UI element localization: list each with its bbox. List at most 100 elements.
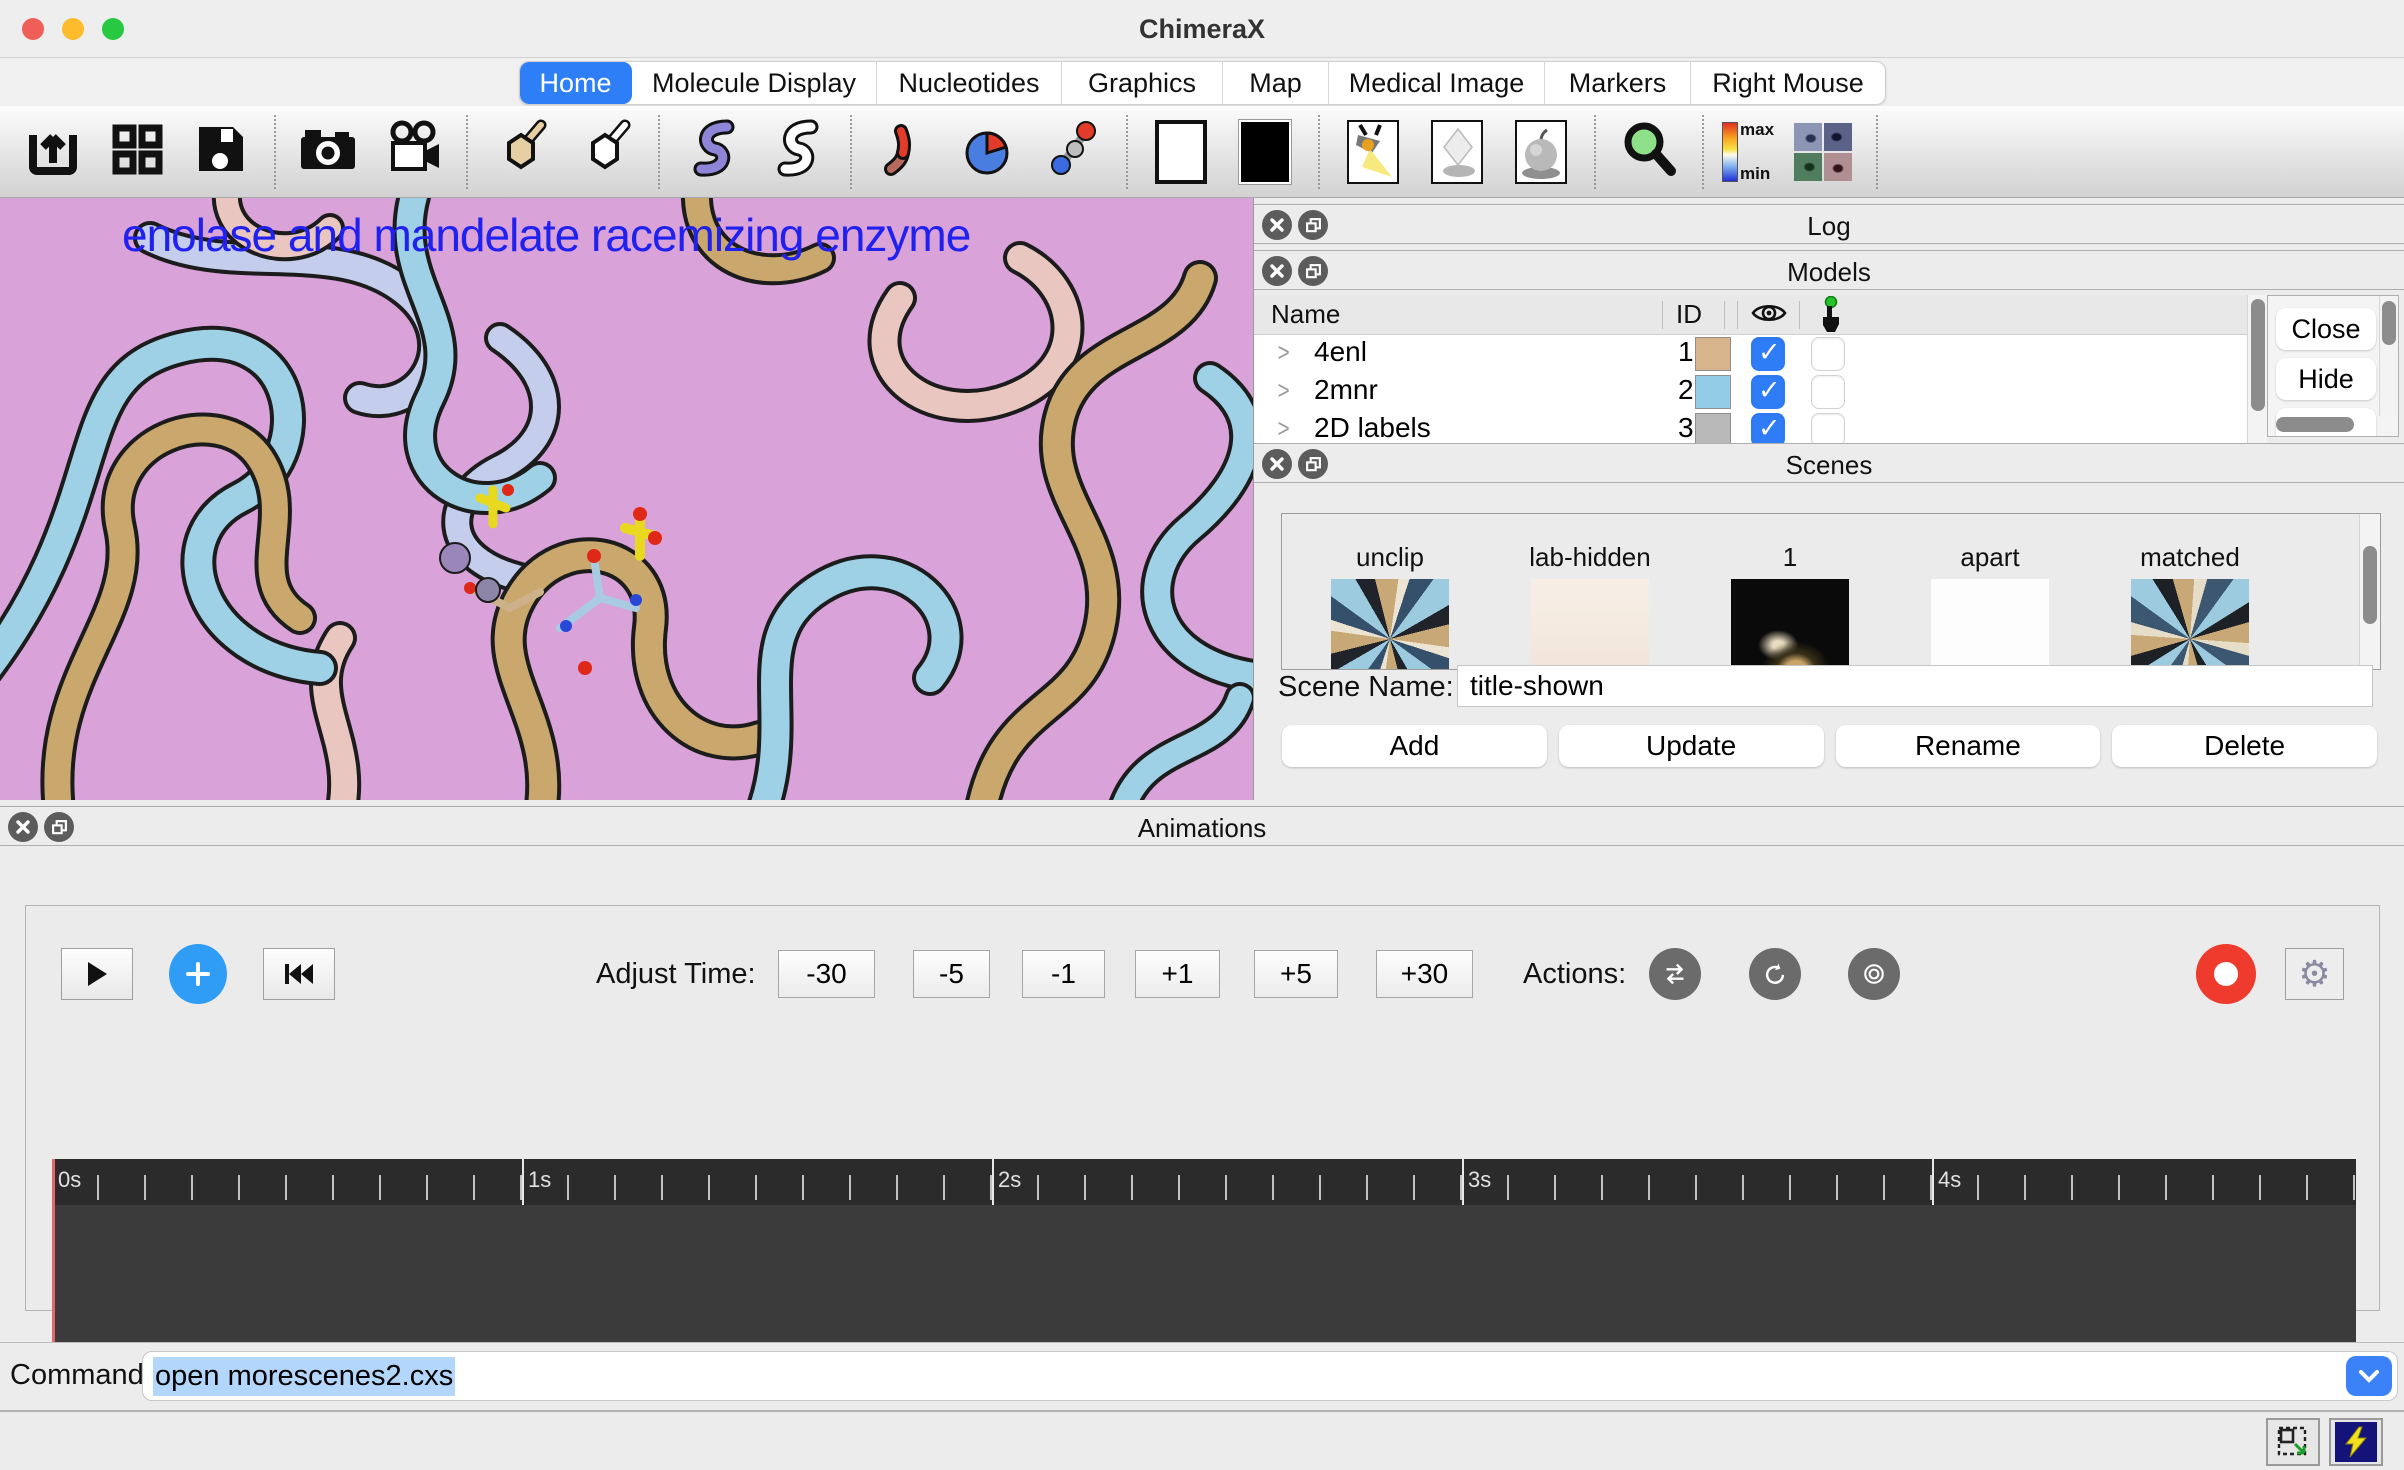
lightning-bolt-icon	[2335, 1422, 2377, 1462]
save-session-button[interactable]	[186, 115, 256, 189]
snapshot-button[interactable]	[294, 115, 364, 189]
scene-thumbnail-unclip[interactable]	[1331, 579, 1449, 670]
command-history-dropdown-button[interactable]	[2346, 1356, 2392, 1396]
show-cartoons-button[interactable]	[678, 115, 748, 189]
model-select-checkbox[interactable]	[1811, 375, 1845, 409]
toolbar-separator	[1876, 115, 1878, 189]
adjust-minus-1-button[interactable]: -1	[1022, 950, 1105, 998]
timeline-ruler[interactable]: 0s 1s 2s 3s 4s	[52, 1159, 2356, 1205]
tab-graphics[interactable]: Graphics	[1062, 62, 1223, 104]
models-buttons-hscrollbar-thumb[interactable]	[2276, 417, 2354, 432]
model-row-4enl[interactable]: > 4enl 1	[1254, 335, 2247, 373]
ball-and-stick-style-button[interactable]	[1038, 115, 1108, 189]
add-keyframe-button[interactable]	[169, 944, 227, 1004]
hide-cartoons-button[interactable]	[762, 115, 832, 189]
model-select-checkbox[interactable]	[1811, 337, 1845, 371]
open-file-button[interactable]	[18, 115, 88, 189]
tab-markers[interactable]: Markers	[1545, 62, 1691, 104]
soft-lighting-button[interactable]	[1422, 115, 1492, 189]
model-row-2d-labels[interactable]: > 2D labels 3	[1254, 411, 2247, 443]
white-background-button[interactable]	[1146, 115, 1216, 189]
scene-delete-button[interactable]: Delete	[2112, 725, 2377, 767]
model-color-swatch[interactable]	[1695, 337, 1731, 371]
tab-molecule-display[interactable]: Molecule Display	[632, 62, 877, 104]
scrollbar-thumb[interactable]	[2363, 546, 2377, 624]
action-loop-button[interactable]	[1649, 948, 1701, 1000]
model-id: 1	[1678, 336, 1694, 368]
model-row-2mnr[interactable]: > 2mnr 2	[1254, 373, 2247, 411]
models-col-name[interactable]: Name	[1271, 299, 1340, 330]
timeline-track[interactable]	[52, 1205, 2356, 1358]
tab-home[interactable]: Home	[520, 62, 632, 104]
scene-rename-button[interactable]: Rename	[1836, 725, 2101, 767]
full-lighting-icon	[1515, 120, 1567, 184]
command-input[interactable]: open morescenes2.cxs	[142, 1351, 2398, 1401]
black-background-icon	[1239, 120, 1291, 184]
scrollbar-thumb[interactable]	[2251, 299, 2265, 411]
black-background-button[interactable]	[1230, 115, 1300, 189]
simple-lighting-button[interactable]	[1338, 115, 1408, 189]
models-hide-button[interactable]: Hide	[2276, 358, 2376, 400]
model-shown-checkbox[interactable]	[1751, 337, 1785, 371]
model-color-swatch[interactable]	[1695, 375, 1731, 409]
action-target-button[interactable]	[1848, 948, 1900, 1000]
animation-settings-button[interactable]: ⚙	[2285, 948, 2344, 1000]
models-table-scrollbar[interactable]	[2247, 295, 2267, 443]
models-col-id[interactable]: ID	[1676, 299, 1702, 330]
adjust-minus-30-button[interactable]: -30	[778, 950, 875, 998]
show-atoms-button[interactable]	[486, 115, 556, 189]
recent-files-icon	[105, 117, 169, 186]
snapshot-icon	[295, 117, 363, 186]
scene-thumbnail-1[interactable]	[1731, 579, 1849, 670]
adjust-plus-5-button[interactable]: +5	[1254, 950, 1338, 998]
models-col-shown-eye-icon[interactable]	[1751, 300, 1787, 333]
stick-style-button[interactable]	[870, 115, 940, 189]
action-replay-button[interactable]	[1749, 948, 1801, 1000]
scene-thumbnail-matched[interactable]	[2131, 579, 2249, 670]
tick-label: 4s	[1938, 1167, 1961, 1193]
adjust-minus-5-button[interactable]: -5	[913, 950, 990, 998]
tab-nucleotides[interactable]: Nucleotides	[877, 62, 1062, 104]
hide-atoms-button[interactable]	[570, 115, 640, 189]
sphere-style-button[interactable]	[954, 115, 1024, 189]
tab-map[interactable]: Map	[1223, 62, 1329, 104]
resize-graphics-button[interactable]	[2266, 1418, 2320, 1466]
model-shown-checkbox[interactable]	[1751, 375, 1785, 409]
record-movie-button[interactable]	[378, 115, 448, 189]
adjust-time-label: Adjust Time:	[596, 958, 756, 991]
model-select-checkbox[interactable]	[1811, 413, 1845, 443]
scene-update-button[interactable]: Update	[1559, 725, 1824, 767]
animations-box: Adjust Time: -30 -5 -1 +1 +5 +30 Actions…	[25, 905, 2380, 1311]
map-image-button[interactable]	[1788, 115, 1858, 189]
scenes-thumbnail-strip: unclip lab-hidden 1 apart matched	[1281, 513, 2381, 670]
sphere-style-icon	[957, 117, 1021, 186]
expand-chevron-icon[interactable]: >	[1278, 413, 1290, 443]
chevron-down-icon	[2358, 1369, 2380, 1383]
rewind-to-start-button[interactable]	[263, 948, 335, 1000]
expand-chevron-icon[interactable]: >	[1278, 337, 1290, 368]
recent-files-button[interactable]	[102, 115, 172, 189]
rendering-speed-button[interactable]	[2329, 1418, 2383, 1466]
models-close-model-button[interactable]: Close	[2276, 308, 2376, 350]
record-button[interactable]	[2196, 944, 2256, 1004]
scrollbar-thumb[interactable]	[2382, 301, 2396, 345]
models-buttons-scrollbar[interactable]	[2379, 296, 2398, 416]
adjust-plus-1-button[interactable]: +1	[1135, 950, 1220, 998]
tab-medical-image[interactable]: Medical Image	[1329, 62, 1545, 104]
scene-thumbnail-lab-hidden[interactable]	[1531, 579, 1649, 670]
graphics-viewport[interactable]: enolase and mandelate racemizing enzyme	[0, 198, 1253, 800]
adjust-plus-30-button[interactable]: +30	[1376, 950, 1473, 998]
map-colormap-button[interactable]: max min	[1722, 120, 1774, 184]
scene-thumbnail-apart[interactable]	[1931, 579, 2049, 670]
play-button[interactable]	[61, 948, 133, 1000]
zoom-view-button[interactable]	[1614, 115, 1684, 189]
model-shown-checkbox[interactable]	[1751, 413, 1785, 443]
right-panel: Log Models Name ID > 4enl 1 > 2mnr	[1253, 198, 2404, 800]
scene-add-button[interactable]: Add	[1282, 725, 1547, 767]
full-lighting-button[interactable]	[1506, 115, 1576, 189]
expand-chevron-icon[interactable]: >	[1278, 375, 1290, 406]
tab-right-mouse[interactable]: Right Mouse	[1691, 62, 1885, 104]
scenes-scrollbar[interactable]	[2359, 514, 2380, 669]
model-color-swatch[interactable]	[1695, 413, 1731, 443]
scene-name-input[interactable]	[1457, 665, 2373, 707]
